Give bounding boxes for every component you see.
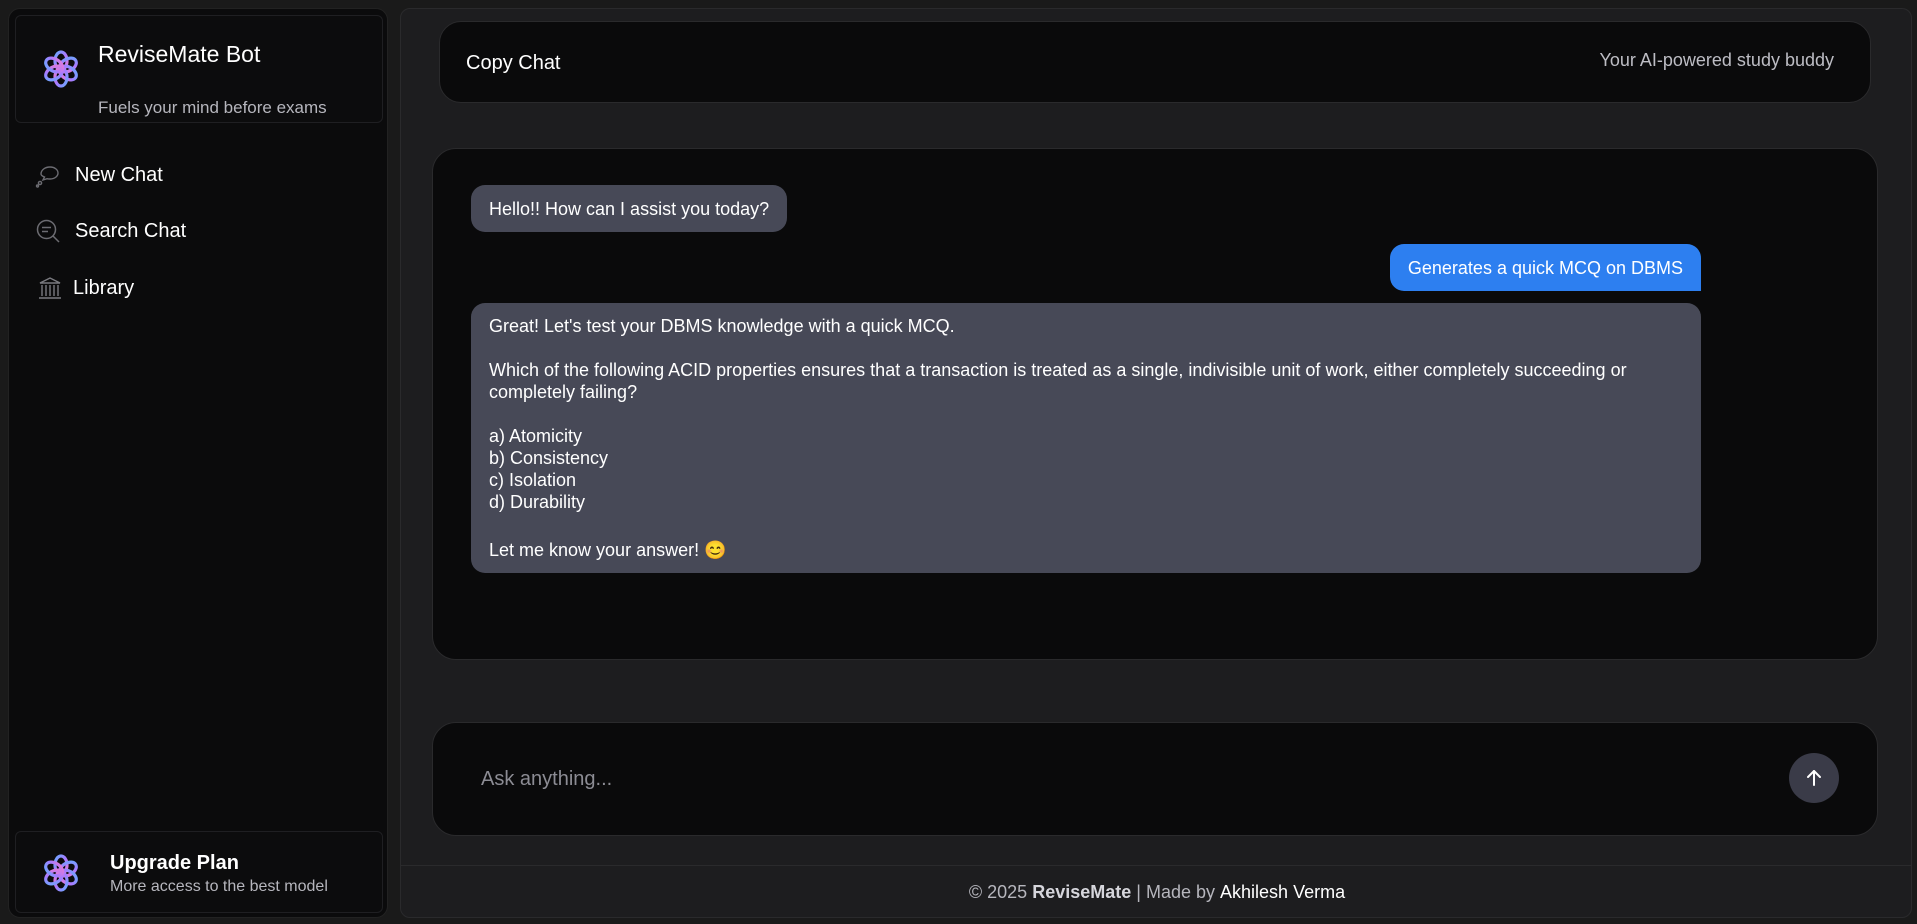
library-columns-icon (37, 275, 63, 301)
upgrade-plan-title: Upgrade Plan (110, 852, 239, 874)
footer-author-link[interactable]: Akhilesh Verma (1220, 882, 1345, 903)
footer: © 2025 ReviseMate | Made by Akhilesh Ver… (401, 865, 1911, 917)
footer-brand: ReviseMate (1032, 882, 1132, 902)
flower-swirl-logo-icon (44, 854, 78, 892)
message-composer (432, 722, 1878, 836)
send-button[interactable] (1789, 753, 1839, 803)
sidebar: ReviseMate Bot Fuels your mind before ex… (8, 8, 388, 918)
footer-made-by: | Made by (1136, 882, 1216, 902)
ask-input[interactable] (481, 757, 1761, 801)
sidebar-item-library[interactable]: Library (37, 268, 134, 308)
arrow-up-icon (1807, 770, 1821, 786)
brand-block: ReviseMate Bot Fuels your mind before ex… (15, 15, 383, 123)
sidebar-item-search-chat[interactable]: Search Chat (35, 211, 186, 251)
top-bar: Copy Chat Your AI-powered study buddy (439, 21, 1871, 103)
answer-option-c: c) Isolation (489, 470, 577, 490)
tagline: Your AI-powered study buddy (1599, 50, 1835, 70)
answer-option-a: a) Atomicity (489, 426, 583, 446)
thought-bubble-icon (35, 162, 61, 188)
flower-swirl-logo-icon (44, 50, 78, 88)
main-area: Copy Chat Your AI-powered study buddy He… (400, 8, 1912, 918)
search-chat-icon (35, 218, 61, 244)
upgrade-plan-subtitle: More access to the best model (110, 878, 328, 895)
bot-message: Hello!! How can I assist you today? (471, 185, 788, 232)
brand-title: ReviseMate Bot (98, 41, 261, 67)
answer-closing: Let me know your answer! 😊 (489, 540, 727, 560)
answer-intro: Great! Let's test your DBMS knowledge wi… (489, 316, 955, 336)
upgrade-plan-button[interactable]: Upgrade Plan More access to the best mod… (15, 831, 383, 913)
copy-chat-button[interactable]: Copy Chat (466, 52, 561, 75)
search-chat-label: Search Chat (75, 219, 187, 242)
user-message: Generates a quick MCQ on DBMS (1389, 244, 1701, 291)
user-message-text: Generates a quick MCQ on DBMS (1407, 257, 1683, 278)
library-label: Library (73, 276, 135, 299)
answer-option-d: d) Durability (489, 492, 586, 512)
chat-panel: Hello!! How can I assist you today? Gene… (432, 148, 1878, 660)
answer-option-b: b) Consistency (489, 448, 609, 468)
footer-copyright: © 2025 (968, 882, 1028, 902)
new-chat-label: New Chat (75, 163, 163, 186)
brand-subtitle: Fuels your mind before exams (98, 98, 327, 117)
bot-message-text: Hello!! How can I assist you today? (489, 198, 770, 219)
sidebar-item-new-chat[interactable]: New Chat (35, 155, 163, 195)
bot-message: Great! Let's test your DBMS knowledge wi… (471, 303, 1701, 573)
answer-question: Which of the following ACID properties e… (489, 360, 1627, 402)
app-root: ReviseMate Bot Fuels your mind before ex… (0, 0, 1917, 924)
